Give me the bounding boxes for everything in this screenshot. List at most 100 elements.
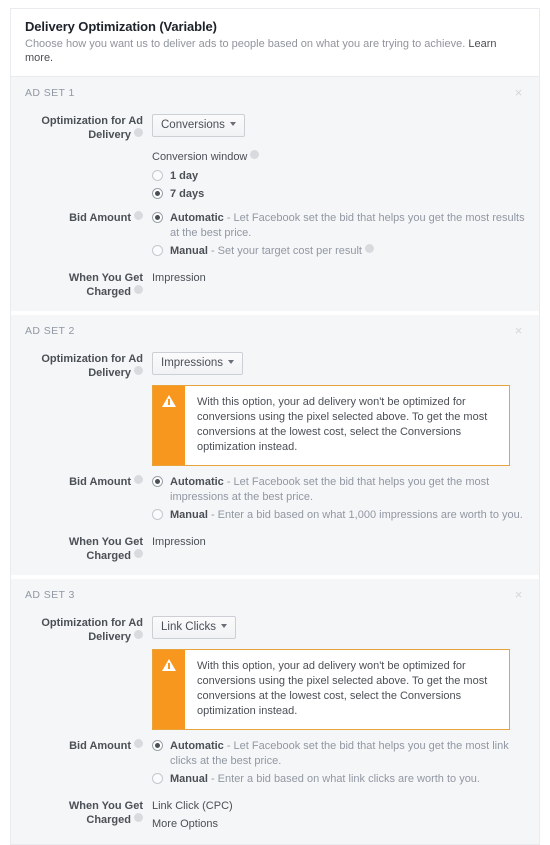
- bid-amount-option[interactable]: Automatic - Let Facebook set the bid tha…: [152, 739, 525, 769]
- optimization-field: Impressions With this option, your ad del…: [151, 352, 525, 466]
- bid-amount-label-text: Bid Amount: [69, 476, 131, 488]
- adsets-container: AD SET 1 × Optimization for Ad Delivery Con…: [11, 77, 539, 844]
- bid-option-title: Automatic: [170, 212, 224, 224]
- warning-icon-box: [153, 650, 185, 729]
- warning-icon-box: [153, 386, 185, 465]
- bid-option-description: - Set your target cost per result: [207, 245, 362, 257]
- bid-option-description: - Enter a bid based on what link clicks …: [207, 773, 480, 785]
- optimization-field: Link Clicks With this option, your ad del…: [151, 616, 525, 730]
- bid-option-info-icon: [364, 244, 374, 253]
- when-charged-info-icon: [134, 813, 143, 822]
- warning-banner: With this option, your ad delivery won't…: [152, 649, 510, 730]
- bid-amount-field: Automatic - Let Facebook set the bid tha…: [151, 211, 525, 259]
- chevron-down-icon: [220, 624, 227, 628]
- optimization-dropdown-value: Conversions: [161, 119, 225, 131]
- bid-amount-info-icon: [134, 475, 143, 484]
- bid-amount-label: Bid Amount: [25, 211, 151, 225]
- when-charged-row: When You Get Charged Link Click (CPC) More…: [11, 799, 539, 832]
- optimization-label-text: Optimization for Ad Delivery: [41, 617, 143, 643]
- when-charged-value: Impression: [152, 272, 206, 284]
- radio-icon[interactable]: [152, 188, 163, 199]
- when-charged-label-text: When You Get Charged: [68, 800, 143, 826]
- when-charged-label: When You Get Charged: [25, 271, 151, 299]
- adset-header: AD SET 2 ×: [11, 324, 539, 343]
- adset-label: AD SET 2: [25, 325, 75, 337]
- when-charged-label-text: When You Get Charged: [68, 536, 143, 562]
- warning-triangle-icon: [162, 659, 176, 671]
- when-charged-info-icon: [134, 285, 143, 294]
- optimization-dropdown[interactable]: Link Clicks: [152, 616, 236, 639]
- conversion-window-option[interactable]: 7 days: [152, 187, 525, 202]
- bid-option-title: Manual: [170, 509, 208, 521]
- bid-option-title: Automatic: [170, 740, 224, 752]
- warning-text: With this option, your ad delivery won't…: [197, 396, 488, 453]
- card-subtitle-text: Choose how you want us to deliver ads to…: [25, 38, 466, 50]
- adset-label: AD SET 1: [25, 87, 75, 99]
- bid-amount-field: Automatic - Let Facebook set the bid tha…: [151, 739, 525, 787]
- optimization-row: Optimization for Ad Delivery Link Clicks W…: [11, 616, 539, 730]
- chevron-down-icon: [229, 122, 236, 126]
- optimization-info-icon: [134, 366, 143, 375]
- optimization-label: Optimization for Ad Delivery: [25, 114, 151, 142]
- when-charged-label: When You Get Charged: [25, 799, 151, 827]
- close-icon[interactable]: ×: [512, 324, 525, 337]
- optimization-dropdown[interactable]: Impressions: [152, 352, 243, 375]
- card-header: Delivery Optimization (Variable) Choose …: [11, 9, 539, 77]
- bid-amount-option[interactable]: Automatic - Let Facebook set the bid tha…: [152, 475, 525, 505]
- optimization-label-text: Optimization for Ad Delivery: [41, 115, 143, 141]
- warning-text: With this option, your ad delivery won't…: [197, 660, 488, 717]
- close-icon[interactable]: ×: [512, 588, 525, 601]
- card-subtitle: Choose how you want us to deliver ads to…: [25, 37, 525, 65]
- optimization-row: Optimization for Ad Delivery Impressions W…: [11, 352, 539, 466]
- conversion-window-label-text: Conversion window: [152, 151, 248, 163]
- radio-icon[interactable]: [152, 509, 163, 520]
- radio-icon[interactable]: [152, 773, 163, 784]
- radio-icon[interactable]: [152, 245, 163, 256]
- conversion-window-info-icon: [250, 150, 260, 159]
- radio-icon[interactable]: [152, 476, 163, 487]
- warning-triangle-icon: [162, 395, 176, 407]
- conversion-window-option-label: 7 days: [170, 188, 205, 200]
- close-icon[interactable]: ×: [512, 86, 525, 99]
- optimization-row: Optimization for Ad Delivery Conversions C…: [11, 114, 539, 202]
- when-charged-row: When You Get Charged Impression: [11, 535, 539, 563]
- page-title: Delivery Optimization (Variable): [25, 19, 217, 34]
- adset-header: AD SET 1 ×: [11, 86, 539, 105]
- bid-option-description: - Let Facebook set the bid that helps yo…: [170, 212, 525, 239]
- bid-amount-label-text: Bid Amount: [69, 212, 131, 224]
- bid-option-title: Automatic: [170, 476, 224, 488]
- radio-icon[interactable]: [152, 170, 163, 181]
- bid-amount-option[interactable]: Manual - Enter a bid based on what 1,000…: [152, 508, 525, 523]
- conversion-window-option[interactable]: 1 day: [152, 169, 525, 184]
- page-root: Delivery Optimization (Variable) Choose …: [0, 0, 550, 845]
- optimization-dropdown[interactable]: Conversions: [152, 114, 245, 137]
- conversion-window-group: Conversion window 1 day 7 days: [152, 150, 525, 202]
- bid-amount-option[interactable]: Automatic - Let Facebook set the bid tha…: [152, 211, 525, 241]
- optimization-info-icon: [134, 630, 143, 639]
- bid-amount-row: Bid Amount Automatic - Let Facebook set t…: [11, 211, 539, 259]
- adset-header: AD SET 3 ×: [11, 588, 539, 607]
- bid-amount-label-text: Bid Amount: [69, 740, 131, 752]
- bid-amount-info-icon: [134, 211, 143, 220]
- radio-icon[interactable]: [152, 212, 163, 223]
- more-options-link[interactable]: More Options: [152, 817, 525, 832]
- bid-amount-option[interactable]: Manual - Enter a bid based on what link …: [152, 772, 525, 787]
- adset-section: AD SET 1 × Optimization for Ad Delivery Con…: [11, 77, 539, 315]
- conversion-window-label: Conversion window: [152, 150, 525, 163]
- optimization-dropdown-value: Impressions: [161, 357, 223, 369]
- when-charged-row: When You Get Charged Impression: [11, 271, 539, 299]
- optimization-label-text: Optimization for Ad Delivery: [41, 353, 143, 379]
- warning-banner: With this option, your ad delivery won't…: [152, 385, 510, 466]
- bid-amount-option[interactable]: Manual - Set your target cost per result: [152, 244, 525, 259]
- adset-section: AD SET 2 × Optimization for Ad Delivery Imp…: [11, 315, 539, 579]
- when-charged-field: Impression: [151, 535, 525, 550]
- bid-amount-row: Bid Amount Automatic - Let Facebook set t…: [11, 475, 539, 523]
- when-charged-value: Link Click (CPC): [152, 800, 233, 812]
- bid-amount-field: Automatic - Let Facebook set the bid tha…: [151, 475, 525, 523]
- optimization-label: Optimization for Ad Delivery: [25, 616, 151, 644]
- conversion-window-option-label: 1 day: [170, 170, 199, 182]
- bid-amount-label: Bid Amount: [25, 475, 151, 489]
- radio-icon[interactable]: [152, 740, 163, 751]
- optimization-field: Conversions Conversion window 1 day 7 days: [151, 114, 525, 202]
- when-charged-label: When You Get Charged: [25, 535, 151, 563]
